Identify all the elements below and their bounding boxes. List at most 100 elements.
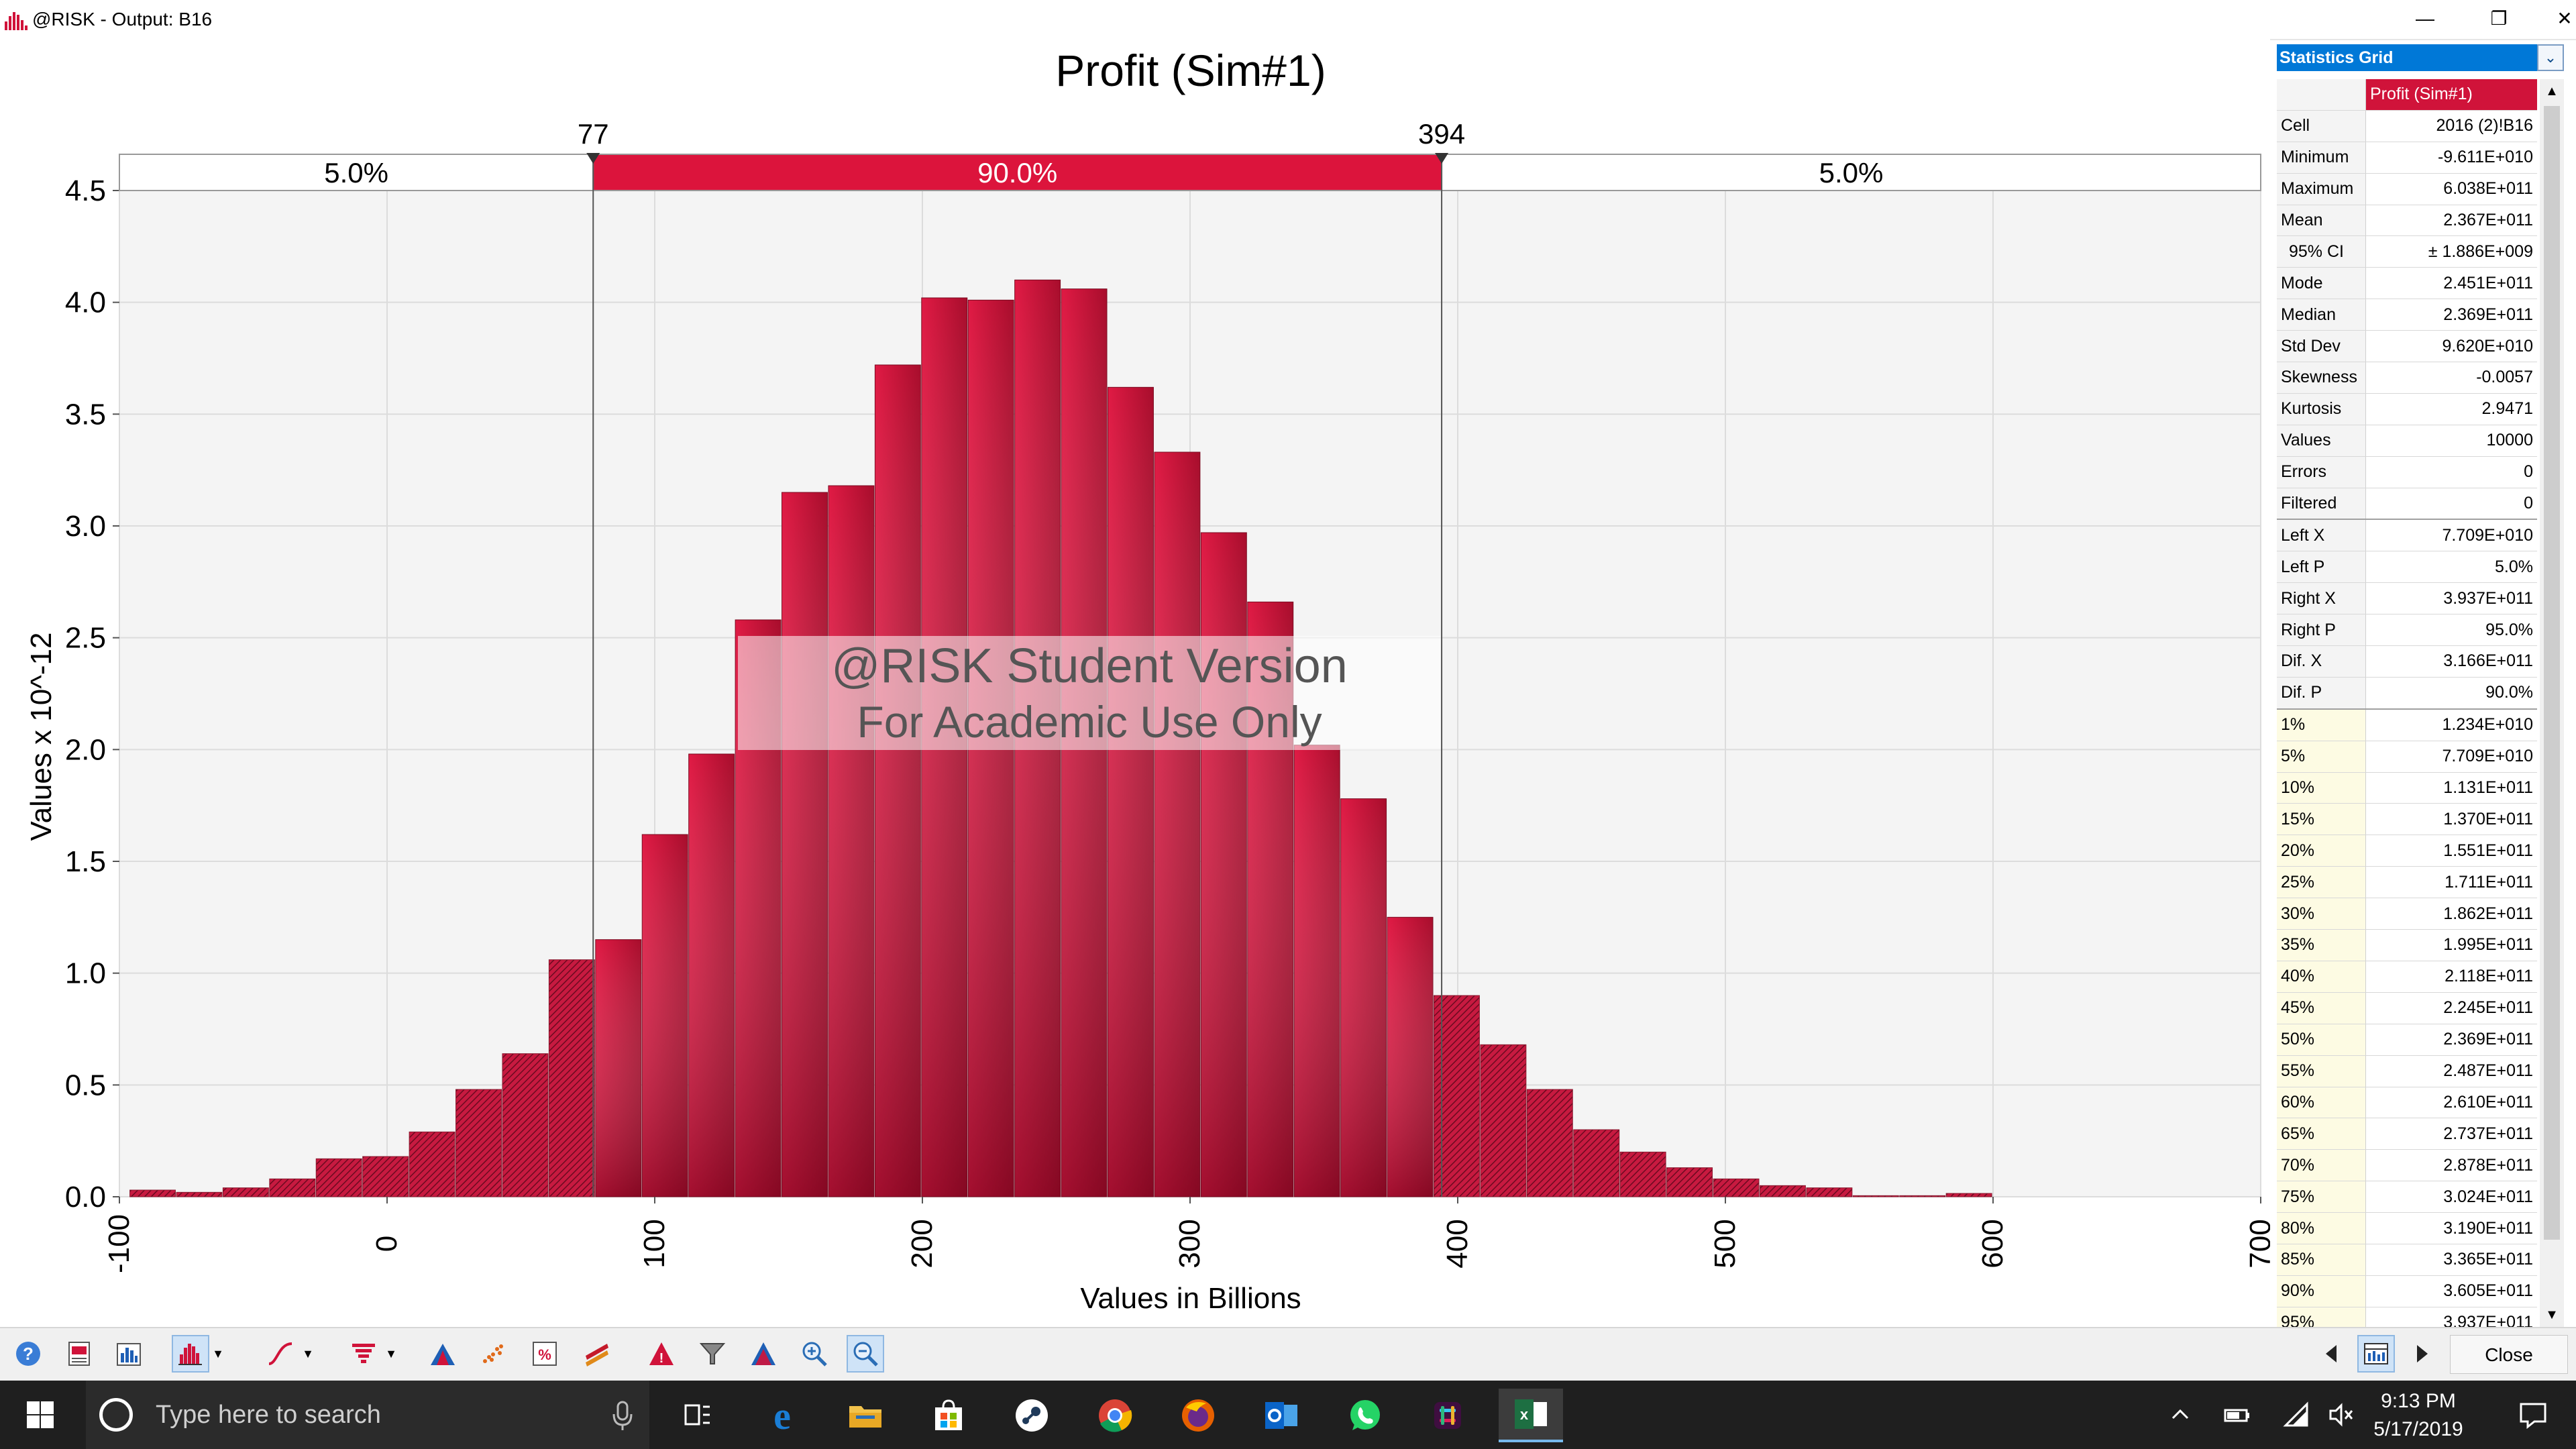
- scroll-down-icon[interactable]: ▼: [2540, 1303, 2564, 1327]
- stats-row[interactable]: Mean 2.367E+011: [2277, 205, 2537, 237]
- stats-row[interactable]: Maximum 6.038E+011: [2277, 173, 2537, 205]
- stats-row[interactable]: 1% 1.234E+010: [2277, 708, 2537, 741]
- outlook-icon[interactable]: [1249, 1389, 1313, 1442]
- watermark-line-1: @RISK Student Version: [831, 639, 1348, 693]
- stats-row[interactable]: 45% 2.245E+011: [2277, 992, 2537, 1024]
- help-icon[interactable]: ?: [9, 1335, 47, 1373]
- delimiters-icon[interactable]: [578, 1335, 616, 1373]
- tornado-icon[interactable]: [345, 1335, 382, 1373]
- stats-row[interactable]: Median 2.369E+011: [2277, 299, 2537, 331]
- tornado-dropdown-icon[interactable]: ▼: [382, 1335, 400, 1373]
- stats-row[interactable]: 80% 3.190E+011: [2277, 1212, 2537, 1244]
- stats-row[interactable]: 35% 1.995E+011: [2277, 929, 2537, 961]
- stats-icon[interactable]: [110, 1335, 148, 1373]
- filter-icon[interactable]: [694, 1335, 731, 1373]
- stats-row[interactable]: 95% 3.937E+011: [2277, 1307, 2537, 1327]
- firefox-icon[interactable]: [1166, 1389, 1230, 1442]
- chart-title: Profit (Sim#1): [1055, 46, 1326, 95]
- show-hidden-icons-icon[interactable]: [2160, 1381, 2200, 1449]
- percent-icon[interactable]: %: [526, 1335, 564, 1373]
- file-explorer-icon[interactable]: [833, 1389, 898, 1442]
- battery-icon[interactable]: [2214, 1381, 2261, 1449]
- taskbar-clock[interactable]: 9:13 PM 5/17/2019: [2361, 1387, 2475, 1444]
- scroll-up-icon[interactable]: ▲: [2540, 79, 2564, 103]
- histogram-icon[interactable]: [172, 1335, 209, 1373]
- restore-button[interactable]: ❐: [2462, 0, 2536, 39]
- stats-row[interactable]: Right P 95.0%: [2277, 614, 2537, 647]
- stats-row[interactable]: Errors 0: [2277, 456, 2537, 488]
- zoom-out-icon[interactable]: [847, 1335, 884, 1373]
- store-icon[interactable]: [916, 1389, 981, 1442]
- stats-row[interactable]: 60% 2.610E+011: [2277, 1087, 2537, 1119]
- stats-row[interactable]: 50% 2.369E+011: [2277, 1024, 2537, 1056]
- warning-icon[interactable]: !: [643, 1335, 680, 1373]
- stats-row[interactable]: Values 10000: [2277, 425, 2537, 457]
- stats-row[interactable]: 15% 1.370E+011: [2277, 803, 2537, 836]
- stats-row[interactable]: Dif. P 90.0%: [2277, 677, 2537, 710]
- taskbar-search-box[interactable]: Type here to search: [86, 1381, 649, 1449]
- distribution-fit-icon[interactable]: [424, 1335, 462, 1373]
- close-window-button[interactable]: ✕: [2528, 0, 2576, 39]
- close-button[interactable]: Close: [2450, 1335, 2568, 1374]
- svg-text:%: %: [538, 1346, 551, 1363]
- start-button[interactable]: [0, 1381, 80, 1449]
- edge-icon[interactable]: e: [750, 1389, 814, 1442]
- stats-row[interactable]: Right X 3.937E+011: [2277, 582, 2537, 615]
- x-tick-label: 0: [370, 1236, 403, 1252]
- nav-right-icon[interactable]: [2403, 1335, 2440, 1373]
- cumulative-dropdown-icon[interactable]: ▼: [299, 1335, 317, 1373]
- task-view-icon[interactable]: [671, 1381, 724, 1449]
- stats-value: 3.166E+011: [2365, 645, 2537, 678]
- stats-row[interactable]: 10% 1.131E+011: [2277, 772, 2537, 804]
- stats-row[interactable]: 75% 3.024E+011: [2277, 1181, 2537, 1214]
- zoom-in-icon[interactable]: [796, 1335, 833, 1373]
- stats-row[interactable]: Skewness -0.0057: [2277, 362, 2537, 394]
- slack-icon[interactable]: [1415, 1389, 1480, 1442]
- stats-row[interactable]: 55% 2.487E+011: [2277, 1055, 2537, 1087]
- stats-row[interactable]: Cell 2016 (2)!B16: [2277, 110, 2537, 142]
- histogram-dropdown-icon[interactable]: ▼: [209, 1335, 227, 1373]
- stats-row[interactable]: Left P 5.0%: [2277, 551, 2537, 584]
- stats-row[interactable]: 25% 1.711E+011: [2277, 866, 2537, 899]
- stats-row[interactable]: 65% 2.737E+011: [2277, 1118, 2537, 1150]
- stats-row[interactable]: 30% 1.862E+011: [2277, 898, 2537, 930]
- stats-row[interactable]: Dif. X 3.166E+011: [2277, 645, 2537, 678]
- cumulative-icon[interactable]: [262, 1335, 299, 1373]
- output-toolbar: ? ▼ ▼ ▼ % ! Close: [0, 1327, 2576, 1382]
- statistics-grid-dropdown[interactable]: ⌄: [2537, 44, 2564, 71]
- notifications-icon[interactable]: [2501, 1381, 2565, 1449]
- statistics-scrollbar[interactable]: ▲ ▼: [2540, 79, 2564, 1327]
- volume-muted-icon[interactable]: [2321, 1381, 2361, 1449]
- nav-left-icon[interactable]: [2313, 1335, 2351, 1373]
- stats-row[interactable]: 95% CI ± 1.886E+009: [2277, 235, 2537, 268]
- grid-view-icon[interactable]: [2357, 1335, 2395, 1373]
- scroll-thumb[interactable]: [2544, 106, 2560, 1240]
- stats-row[interactable]: 90% 3.605E+011: [2277, 1275, 2537, 1307]
- stats-row[interactable]: Profit (Sim#1): [2277, 79, 2537, 111]
- stats-row[interactable]: Minimum -9.611E+010: [2277, 142, 2537, 174]
- overlay-icon[interactable]: [745, 1335, 782, 1373]
- microphone-icon[interactable]: [609, 1399, 636, 1432]
- stats-row[interactable]: 5% 7.709E+010: [2277, 741, 2537, 773]
- summary-icon[interactable]: [60, 1335, 98, 1373]
- stats-row[interactable]: Filtered 0: [2277, 488, 2537, 520]
- scatter-icon[interactable]: [475, 1335, 513, 1373]
- stats-value: 9.620E+010: [2365, 330, 2537, 363]
- stats-row[interactable]: 20% 1.551E+011: [2277, 835, 2537, 867]
- whatsapp-icon[interactable]: [1332, 1389, 1397, 1442]
- stats-row[interactable]: 40% 2.118E+011: [2277, 961, 2537, 993]
- stats-row[interactable]: 70% 2.878E+011: [2277, 1149, 2537, 1182]
- stats-row[interactable]: Left X 7.709E+010: [2277, 519, 2537, 552]
- histogram-bar: [1526, 1089, 1573, 1197]
- stats-row[interactable]: Mode 2.451E+011: [2277, 267, 2537, 300]
- excel-icon[interactable]: x: [1499, 1389, 1563, 1442]
- histogram-bar: [1480, 1044, 1527, 1197]
- chrome-icon[interactable]: [1083, 1389, 1147, 1442]
- statistics-grid-header[interactable]: Statistics Grid: [2277, 44, 2537, 71]
- stats-row[interactable]: Kurtosis 2.9471: [2277, 393, 2537, 425]
- minimize-button[interactable]: —: [2388, 0, 2462, 39]
- wifi-icon[interactable]: [2273, 1381, 2320, 1449]
- steam-icon[interactable]: [1000, 1389, 1064, 1442]
- stats-row[interactable]: 85% 3.365E+011: [2277, 1244, 2537, 1276]
- stats-row[interactable]: Std Dev 9.620E+010: [2277, 330, 2537, 363]
